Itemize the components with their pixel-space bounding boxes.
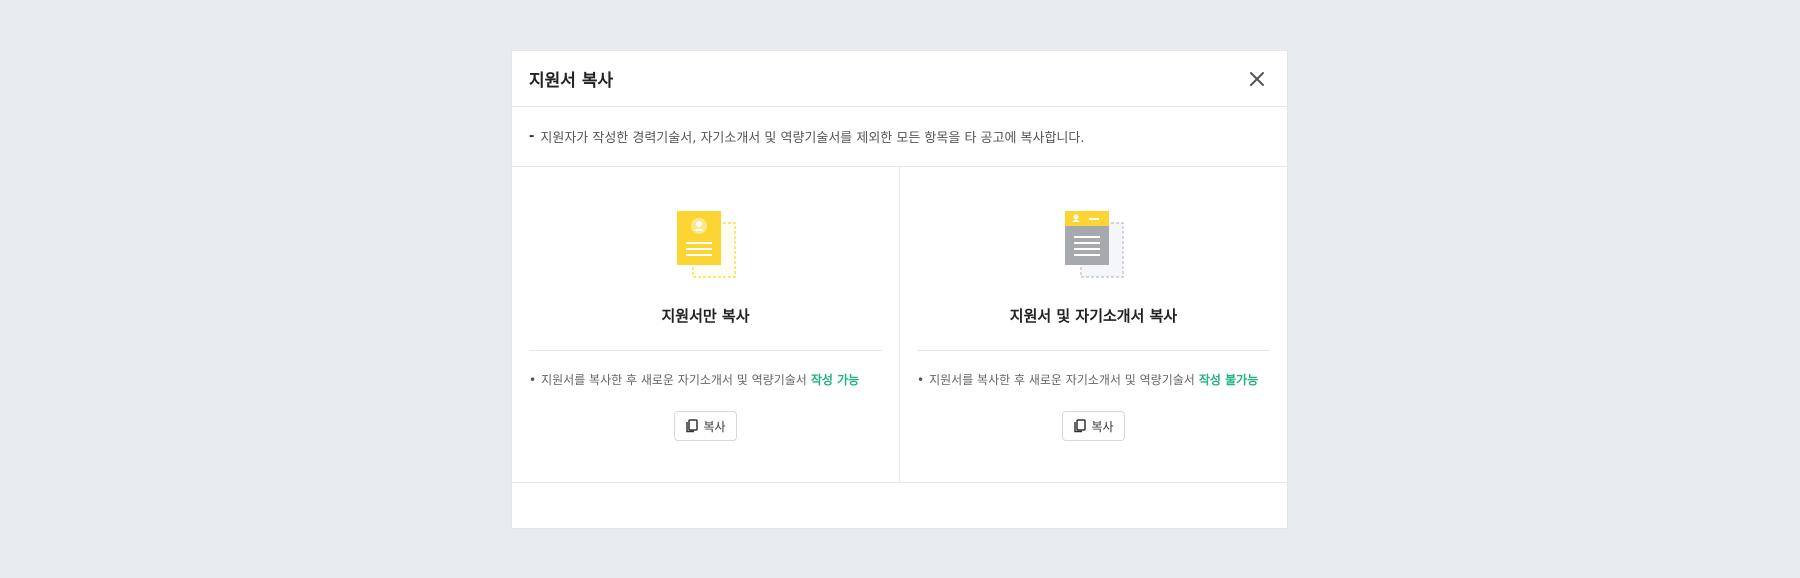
bullet: • (917, 372, 925, 387)
close-icon (1250, 71, 1264, 86)
notice-dash: - (529, 129, 535, 144)
copy-options: 지원서만 복사 • 지원서를 복사한 후 새로운 자기소개서 및 역량기술서 작… (512, 167, 1287, 483)
divider (917, 350, 1270, 351)
description-text: 지원서를 복사한 후 새로운 자기소개서 및 역량기술서 (929, 373, 1195, 387)
option-application-and-cover-letter: 지원서 및 자기소개서 복사 • 지원서를 복사한 후 새로운 자기소개서 및 … (899, 167, 1287, 482)
option-description: • 지원서를 복사한 후 새로운 자기소개서 및 역량기술서 작성 가능 (529, 371, 882, 388)
copy-application-and-cover-letter-button[interactable]: 복사 (1062, 411, 1125, 441)
divider (529, 350, 882, 351)
option-title: 지원서 및 자기소개서 복사 (1009, 307, 1178, 325)
modal-title: 지원서 복사 (529, 71, 614, 91)
copy-button-label: 복사 (1091, 419, 1114, 434)
status-text: 작성 불가능 (1198, 373, 1259, 387)
option-title: 지원서만 복사 (661, 307, 750, 325)
modal-header: 지원서 복사 (512, 51, 1287, 107)
copy-application-only-button[interactable]: 복사 (674, 411, 737, 441)
description-text: 지원서를 복사한 후 새로운 자기소개서 및 역량기술서 (541, 373, 807, 387)
copy-icon (1074, 419, 1087, 433)
copy-button-label: 복사 (703, 419, 726, 434)
document-copy-icon (676, 211, 736, 278)
copy-application-modal: 지원서 복사 - 지원자가 작성한 경력기술서, 자기소개서 및 역량기술서를 … (511, 50, 1288, 529)
status-text: 작성 가능 (810, 373, 860, 387)
document-with-cover-copy-icon (1064, 211, 1124, 278)
bullet: • (529, 372, 537, 387)
option-application-only: 지원서만 복사 • 지원서를 복사한 후 새로운 자기소개서 및 역량기술서 작… (512, 167, 899, 482)
copy-icon (686, 419, 699, 433)
option-description: • 지원서를 복사한 후 새로운 자기소개서 및 역량기술서 작성 불가능 (917, 371, 1270, 388)
close-button[interactable] (1243, 65, 1271, 93)
notice-text: 지원자가 작성한 경력기술서, 자기소개서 및 역량기술서를 제외한 모든 항목… (540, 131, 1085, 146)
notice: - 지원자가 작성한 경력기술서, 자기소개서 및 역량기술서를 제외한 모든 … (512, 107, 1287, 167)
